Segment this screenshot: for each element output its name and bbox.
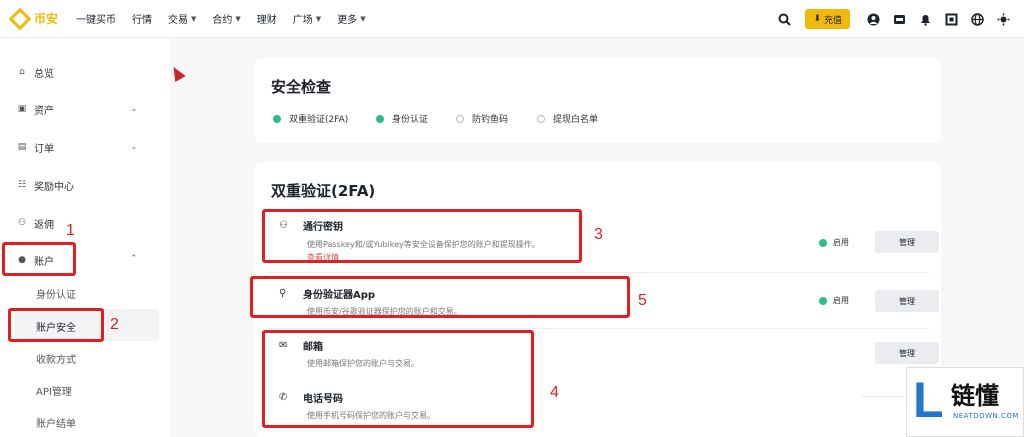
- search-icon[interactable]: [773, 8, 795, 30]
- check-item-whitelist[interactable]: 提现白名单: [537, 112, 598, 125]
- reward-icon: ☷: [17, 180, 27, 190]
- check-circle-icon: [819, 238, 827, 247]
- sidebar-item-rewards[interactable]: ☷ 奖励中心: [16, 175, 74, 195]
- top-right-actions: ⬇ 充值: [769, 8, 1014, 30]
- divider: [269, 328, 929, 329]
- order-icon: ▤: [17, 142, 27, 152]
- check-circle-icon: [819, 296, 827, 305]
- mouse-cursor-icon: [168, 63, 186, 83]
- sidebar-item-assets[interactable]: ▣ 资产: [16, 99, 54, 119]
- nav-item-trade[interactable]: 交易 ▼: [168, 11, 197, 27]
- sidebar-sub-api[interactable]: API管理: [36, 381, 72, 399]
- watermark-cn: 链懂: [951, 382, 999, 410]
- nav-item-earn[interactable]: 理财: [257, 11, 277, 26]
- main-nav: 一键买币 行情 交易 ▼ 合约 ▼ 理财 广场 ▼ 更多 ▼: [76, 11, 382, 27]
- security-check-card: 安全检查 双重验证(2FA) 身份认证 防钓鱼码 提现白名单: [255, 58, 941, 143]
- chevron-down-icon: ▼: [235, 14, 241, 23]
- check-done-icon: [273, 114, 281, 123]
- annotation-box-4: [262, 330, 534, 428]
- annotation-box-5: [250, 276, 630, 318]
- section-title: 双重验证(2FA): [271, 182, 376, 200]
- check-pending-icon: [537, 114, 545, 123]
- top-nav: 币安 一键买币 行情 交易 ▼ 合约 ▼ 理财 广场 ▼ 更多 ▼ ⬇ 充值: [0, 0, 1024, 38]
- sidebar-item-referral[interactable]: ⚇ 返佣: [16, 213, 54, 233]
- profile-icon[interactable]: [862, 8, 884, 30]
- nav-item-more[interactable]: 更多 ▼: [337, 11, 366, 27]
- theme-icon[interactable]: [992, 8, 1014, 30]
- check-done-icon: [376, 114, 384, 123]
- nav-item-futures[interactable]: 合约 ▼: [212, 11, 241, 27]
- watermark-logo: L: [913, 372, 944, 428]
- watermark: L 链懂 NEATDOWN.COM: [906, 367, 1024, 437]
- deposit-button[interactable]: ⬇ 充值: [805, 9, 850, 29]
- sidebar-sub-identity[interactable]: 身份认证: [36, 284, 76, 302]
- check-item-antiphishing[interactable]: 防钓鱼码: [456, 112, 508, 125]
- sidebar-sub-payment[interactable]: 收款方式: [36, 349, 76, 367]
- nav-item-markets[interactable]: 行情: [132, 11, 152, 26]
- globe-icon[interactable]: [966, 8, 988, 30]
- annotation-number-3: 3: [594, 226, 603, 243]
- status-badge: 启用: [819, 237, 849, 248]
- sidebar: ⌂ 总览 ▣ 资产 ⌄ ▤ 订单 ⌄ ☷ 奖励中心 ⚇ 返佣 ● 账户 ⌃ 身份认证 账户安…: [0, 38, 170, 437]
- watermark-en: NEATDOWN.COM: [953, 412, 1019, 420]
- referral-icon: ⚇: [17, 218, 27, 228]
- annotation-number-4: 4: [550, 384, 559, 401]
- chevron-down-icon: ▼: [315, 14, 322, 23]
- page-title: 安全检查: [271, 78, 332, 96]
- check-pending-icon: [456, 114, 464, 123]
- chevron-down-icon: ▼: [360, 14, 366, 23]
- wallet-icon: ▣: [17, 104, 27, 114]
- download-icon[interactable]: [940, 8, 962, 30]
- check-item-2fa[interactable]: 双重验证(2FA): [273, 112, 348, 125]
- manage-button[interactable]: 管理: [875, 290, 939, 312]
- sidebar-item-orders[interactable]: ▤ 订单: [16, 137, 54, 157]
- manage-button[interactable]: 管理: [875, 231, 939, 253]
- divider: [269, 272, 929, 273]
- status-badge: 启用: [819, 295, 849, 306]
- annotation-box-2: [8, 308, 104, 342]
- logo[interactable]: 币安: [8, 7, 59, 30]
- chevron-down-icon[interactable]: ⌄: [130, 142, 138, 152]
- nav-item-square[interactable]: 广场 ▼: [293, 11, 322, 27]
- brand-name: 币安: [34, 12, 59, 26]
- annotation-number-1: 1: [66, 222, 75, 239]
- chevron-down-icon[interactable]: ⌄: [130, 104, 138, 114]
- manage-button[interactable]: 管理: [875, 342, 939, 364]
- annotation-number-5: 5: [638, 292, 647, 309]
- home-icon: ⌂: [19, 67, 25, 77]
- deposit-icon: ⬇: [813, 14, 821, 24]
- chevron-up-icon[interactable]: ⌃: [130, 254, 138, 264]
- chevron-down-icon: ▼: [191, 14, 197, 23]
- nav-item-buy[interactable]: 一键买币: [76, 11, 116, 26]
- annotation-box-3: [262, 209, 582, 263]
- wallet-icon[interactable]: [888, 8, 910, 30]
- sidebar-item-overview[interactable]: ⌂ 总览: [16, 62, 54, 82]
- annotation-number-2: 2: [110, 316, 119, 333]
- binance-logo-icon: [8, 7, 32, 30]
- annotation-box-1: [2, 242, 76, 276]
- notification-icon[interactable]: [914, 8, 936, 30]
- check-item-identity[interactable]: 身份认证: [376, 112, 428, 125]
- sidebar-sub-statement[interactable]: 账户结单: [36, 413, 76, 431]
